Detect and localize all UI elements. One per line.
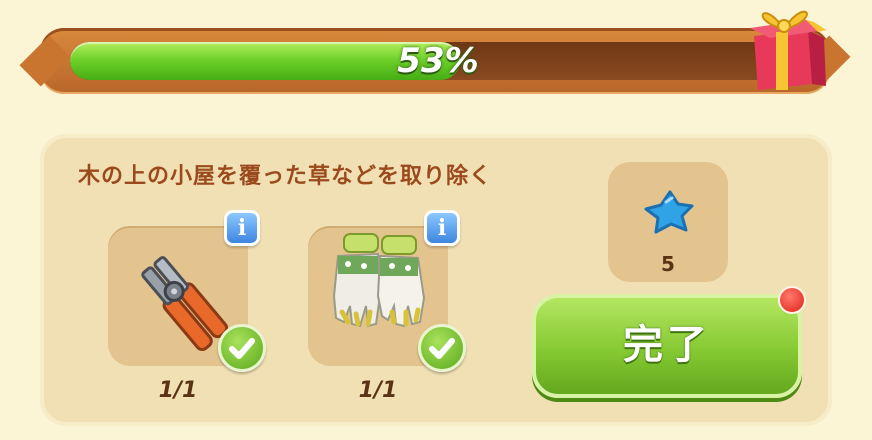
- item-count-pliers: 1/1: [158, 378, 198, 403]
- reward-value: 5: [661, 252, 675, 276]
- complete-button[interactable]: 完了: [532, 294, 802, 398]
- progress-percent-label: 53%: [397, 42, 479, 80]
- progress-bar: 53%: [40, 28, 830, 94]
- checkmark-icon: [229, 338, 255, 359]
- info-button-gloves[interactable]: i: [424, 210, 460, 246]
- gift-box-icon[interactable]: [742, 0, 832, 96]
- check-badge-pliers: [218, 324, 266, 372]
- blue-star-icon: [644, 190, 694, 234]
- info-button-pliers[interactable]: i: [224, 210, 260, 246]
- notification-dot: [778, 286, 806, 314]
- check-badge-gloves: [418, 324, 466, 372]
- task-title: 木の上の小屋を覆った草などを取り除く: [78, 164, 493, 189]
- progress-track: 53%: [70, 42, 806, 80]
- item-count-gloves: 1/1: [358, 378, 398, 403]
- checkmark-icon: [429, 338, 455, 359]
